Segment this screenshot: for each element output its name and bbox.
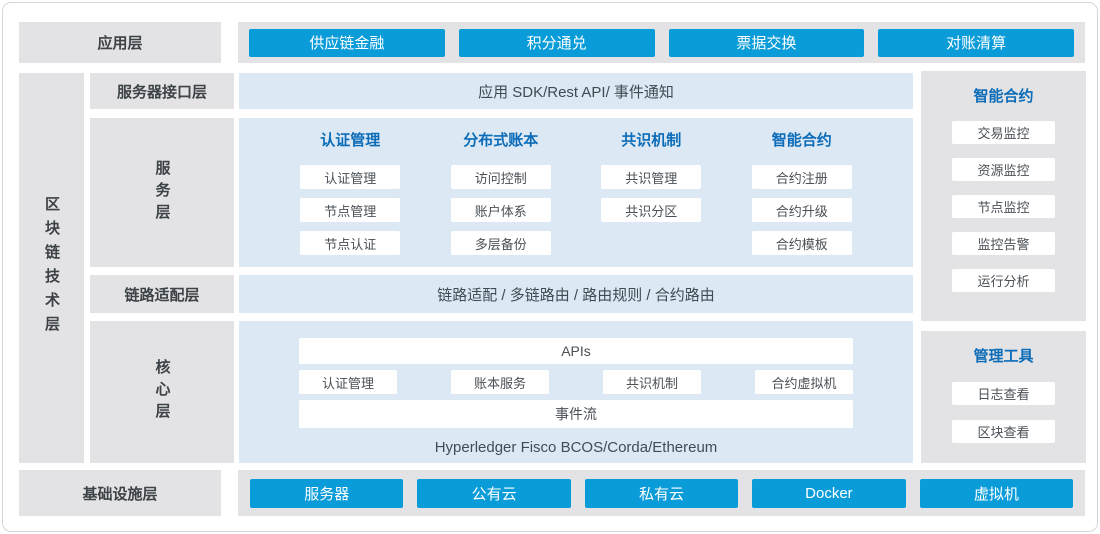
service-column-contract-title: 智能合约 <box>727 131 878 151</box>
app-layer-strip: 供应链金融 积分通兑 票据交换 对账清算 <box>238 22 1085 63</box>
service-item: 合约模板 <box>752 231 852 255</box>
service-column-ledger-title: 分布式账本 <box>426 131 577 151</box>
core-module: 账本服务 <box>451 370 549 394</box>
core-event-bar: 事件流 <box>299 400 853 428</box>
infra-block-docker: Docker <box>752 479 905 508</box>
service-item: 共识分区 <box>601 198 701 222</box>
service-column-contract: 智能合约 合约注册 合约升级 合约模板 <box>727 131 878 267</box>
core-layer-label: 核心层 <box>152 359 173 425</box>
service-item: 访问控制 <box>451 165 551 189</box>
service-item: 认证管理 <box>300 165 400 189</box>
side-panel-item: 资源监控 <box>952 158 1055 181</box>
side-panel-smart-contract-title: 智能合约 <box>921 87 1086 107</box>
app-layer-label: 应用层 <box>19 22 221 63</box>
infra-layer-label: 基础设施层 <box>19 470 221 516</box>
interface-layer-label: 服务器接口层 <box>90 73 234 109</box>
side-panel-management-tools-title: 管理工具 <box>921 347 1086 367</box>
side-panel-item: 区块查看 <box>952 420 1055 443</box>
infra-block-vm: 虚拟机 <box>920 479 1073 508</box>
core-apis-bar: APIs <box>299 338 853 364</box>
core-layer-panel: APIs 认证管理 账本服务 共识机制 合约虚拟机 事件流 Hyperledge… <box>239 321 913 463</box>
service-layer-label: 服务层 <box>152 160 173 226</box>
infra-block-public-cloud: 公有云 <box>417 479 570 508</box>
side-panel-smart-contract: 智能合约 交易监控 资源监控 节点监控 监控告警 运行分析 <box>921 71 1086 321</box>
service-layer-label-box: 服务层 <box>90 118 234 267</box>
service-item: 节点认证 <box>300 231 400 255</box>
side-panel-item: 节点监控 <box>952 195 1055 218</box>
link-layer-label: 链路适配层 <box>90 275 234 313</box>
link-layer-content: 链路适配 / 多链路由 / 路由规则 / 合约路由 <box>239 275 913 313</box>
tech-layer-label: 区块链技术层 <box>41 196 62 340</box>
service-item: 共识管理 <box>601 165 701 189</box>
core-module: 共识机制 <box>603 370 701 394</box>
service-item: 节点管理 <box>300 198 400 222</box>
service-column-auth: 认证管理 认证管理 节点管理 节点认证 <box>275 131 426 267</box>
architecture-diagram: 应用层 供应链金融 积分通兑 票据交换 对账清算 区块链技术层 服务器接口层 服… <box>2 2 1098 532</box>
app-block-supply-chain-finance: 供应链金融 <box>249 29 445 57</box>
service-layer-panel: 认证管理 认证管理 节点管理 节点认证 分布式账本 访问控制 账户体系 多层备份… <box>239 118 913 267</box>
side-panel-item: 监控告警 <box>952 232 1055 255</box>
service-column-auth-title: 认证管理 <box>275 131 426 151</box>
service-column-ledger: 分布式账本 访问控制 账户体系 多层备份 <box>426 131 577 267</box>
core-layer-label-box: 核心层 <box>90 321 234 463</box>
core-module: 认证管理 <box>299 370 397 394</box>
side-panel-item: 日志查看 <box>952 382 1055 405</box>
side-panel-management-tools: 管理工具 日志查看 区块查看 <box>921 331 1086 463</box>
service-column-consensus: 共识机制 共识管理 共识分区 <box>576 131 727 267</box>
service-item: 合约升级 <box>752 198 852 222</box>
app-block-reconciliation: 对账清算 <box>878 29 1074 57</box>
infra-layer-strip: 服务器 公有云 私有云 Docker 虚拟机 <box>238 470 1085 516</box>
infra-block-private-cloud: 私有云 <box>585 479 738 508</box>
side-panel-item: 交易监控 <box>952 121 1055 144</box>
service-item: 合约注册 <box>752 165 852 189</box>
service-item: 多层备份 <box>451 231 551 255</box>
core-modules-row: 认证管理 账本服务 共识机制 合约虚拟机 <box>299 370 853 394</box>
side-panel-item: 运行分析 <box>952 269 1055 292</box>
app-block-points-exchange: 积分通兑 <box>459 29 655 57</box>
interface-layer-content: 应用 SDK/Rest API/ 事件通知 <box>239 73 913 109</box>
app-block-bill-exchange: 票据交换 <box>669 29 865 57</box>
service-item: 账户体系 <box>451 198 551 222</box>
core-platforms-text: Hyperledger Fisco BCOS/Corda/Ethereum <box>299 439 853 456</box>
service-column-consensus-title: 共识机制 <box>576 131 727 151</box>
tech-layer-label-box: 区块链技术层 <box>19 73 84 463</box>
core-module: 合约虚拟机 <box>755 370 853 394</box>
infra-block-server: 服务器 <box>250 479 403 508</box>
